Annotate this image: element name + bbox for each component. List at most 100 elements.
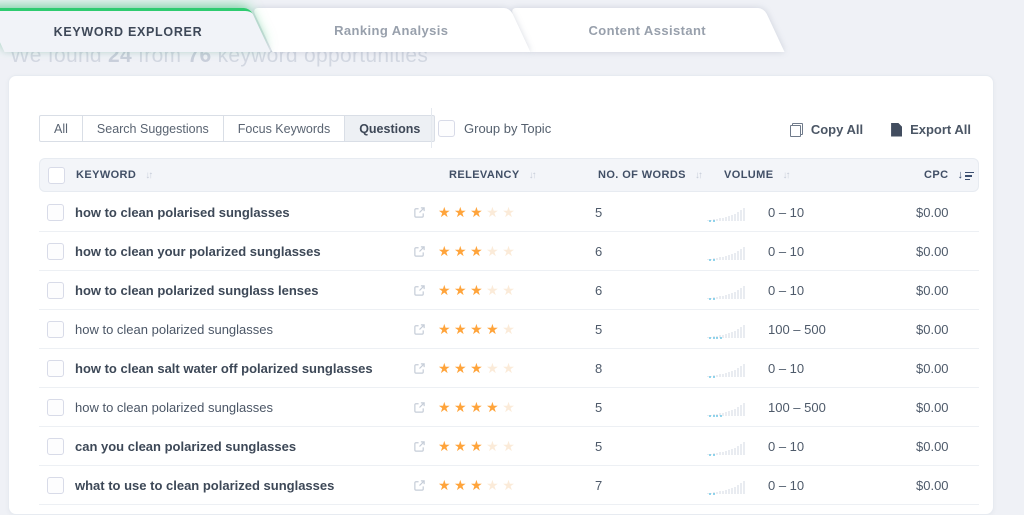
copy-all-label: Copy All bbox=[811, 122, 863, 137]
column-header-cpc[interactable]: CPC ↓ bbox=[924, 159, 974, 191]
relevancy-stars: ★★★★★ bbox=[438, 193, 518, 232]
cpc-cell: $0.00 bbox=[916, 349, 949, 388]
copy-all-button[interactable]: Copy All bbox=[790, 122, 863, 137]
external-link-icon[interactable] bbox=[413, 362, 426, 375]
table-row: how to clean your polarized sunglasses ★… bbox=[39, 232, 979, 271]
cpc-cell: $0.00 bbox=[916, 388, 949, 427]
external-link-icon[interactable] bbox=[413, 479, 426, 492]
sort-updown-icon[interactable]: ↓↑ bbox=[145, 170, 151, 181]
volume-cell: 100 – 500 bbox=[768, 388, 826, 427]
group-by-topic-checkbox[interactable] bbox=[438, 120, 455, 137]
volume-cell: 0 – 10 bbox=[768, 466, 804, 505]
row-checkbox[interactable] bbox=[47, 321, 64, 338]
keyword-cell: how to clean salt water off polarized su… bbox=[75, 349, 373, 388]
word-count-cell: 6 bbox=[595, 232, 602, 271]
column-header-label: RELEVANCY bbox=[449, 169, 520, 181]
word-count-cell: 6 bbox=[595, 271, 602, 310]
table-header: KEYWORD ↓↑ RELEVANCY ↓↑ NO. OF WORDS ↓↑ … bbox=[39, 158, 979, 192]
table-actions: Copy All Export All bbox=[790, 122, 971, 137]
select-all-checkbox[interactable] bbox=[48, 167, 65, 184]
word-count-cell: 5 bbox=[595, 193, 602, 232]
table-row: how to clean polarized sunglasses ★★★★★ … bbox=[39, 388, 979, 427]
relevancy-stars: ★★★★★ bbox=[438, 271, 518, 310]
tab-label: KEYWORD EXPLORER bbox=[0, 11, 261, 52]
cpc-cell: $0.00 bbox=[916, 466, 949, 505]
external-link-icon[interactable] bbox=[413, 323, 426, 336]
volume-sparkline bbox=[707, 206, 755, 221]
volume-sparkline bbox=[707, 440, 755, 455]
volume-cell: 0 – 10 bbox=[768, 349, 804, 388]
keyword-cell: how to clean your polarized sunglasses bbox=[75, 232, 321, 271]
tab-bar: KEYWORD EXPLORER Ranking Analysis Conten… bbox=[0, 8, 1024, 52]
external-link-icon[interactable] bbox=[413, 440, 426, 453]
tab-ranking-analysis[interactable]: Ranking Analysis bbox=[252, 8, 531, 52]
volume-sparkline bbox=[707, 479, 755, 494]
filter-focus-keywords[interactable]: Focus Keywords bbox=[223, 115, 345, 142]
keyword-cell: how to clean polarized sunglasses bbox=[75, 310, 273, 349]
column-header-keyword[interactable]: KEYWORD ↓↑ bbox=[76, 159, 151, 191]
sort-updown-icon[interactable]: ↓↑ bbox=[529, 170, 535, 181]
volume-cell: 100 – 500 bbox=[768, 310, 826, 349]
keyword-table-body: how to clean polarised sunglasses ★★★★★ … bbox=[39, 193, 979, 505]
volume-sparkline bbox=[707, 401, 755, 416]
column-header-label: CPC bbox=[924, 169, 948, 181]
volume-cell: 0 – 10 bbox=[768, 193, 804, 232]
word-count-cell: 5 bbox=[595, 388, 602, 427]
tab-label: Content Assistant bbox=[520, 8, 774, 52]
cpc-cell: $0.00 bbox=[916, 232, 949, 271]
row-checkbox[interactable] bbox=[47, 438, 64, 455]
keyword-explorer-panel: AllSearch SuggestionsFocus KeywordsQuest… bbox=[8, 75, 994, 515]
sort-updown-icon[interactable]: ↓↑ bbox=[782, 170, 788, 181]
tab-keyword-explorer[interactable]: KEYWORD EXPLORER bbox=[0, 8, 271, 52]
row-checkbox[interactable] bbox=[47, 360, 64, 377]
keyword-cell: what to use to clean polarized sunglasse… bbox=[75, 466, 334, 505]
row-checkbox[interactable] bbox=[47, 477, 64, 494]
volume-sparkline bbox=[707, 284, 755, 299]
relevancy-stars: ★★★★★ bbox=[438, 427, 518, 466]
keyword-cell: can you clean polarized sunglasses bbox=[75, 427, 296, 466]
relevancy-stars: ★★★★★ bbox=[438, 232, 518, 271]
external-link-icon[interactable] bbox=[413, 245, 426, 258]
word-count-cell: 8 bbox=[595, 349, 602, 388]
filter-group: AllSearch SuggestionsFocus KeywordsQuest… bbox=[39, 115, 435, 142]
sort-descending-icon[interactable]: ↓ bbox=[957, 170, 974, 181]
row-checkbox[interactable] bbox=[47, 282, 64, 299]
table-row: what to use to clean polarized sunglasse… bbox=[39, 466, 979, 505]
word-count-cell: 7 bbox=[595, 466, 602, 505]
filter-questions[interactable]: Questions bbox=[344, 115, 435, 142]
filter-search-suggestions[interactable]: Search Suggestions bbox=[82, 115, 224, 142]
word-count-cell: 5 bbox=[595, 427, 602, 466]
external-link-icon[interactable] bbox=[413, 401, 426, 414]
column-header-label: NO. OF WORDS bbox=[598, 169, 686, 181]
relevancy-stars: ★★★★★ bbox=[438, 310, 518, 349]
column-header-volume[interactable]: VOLUME ↓↑ bbox=[724, 159, 788, 191]
relevancy-stars: ★★★★★ bbox=[438, 466, 518, 505]
table-row: how to clean polarised sunglasses ★★★★★ … bbox=[39, 193, 979, 232]
row-checkbox[interactable] bbox=[47, 243, 64, 260]
column-header-relevancy[interactable]: RELEVANCY ↓↑ bbox=[449, 159, 535, 191]
copy-icon bbox=[790, 123, 803, 137]
keyword-cell: how to clean polarised sunglasses bbox=[75, 193, 290, 232]
group-by-topic-label: Group by Topic bbox=[464, 121, 551, 136]
row-checkbox[interactable] bbox=[47, 399, 64, 416]
external-link-icon[interactable] bbox=[413, 284, 426, 297]
tab-content-assistant[interactable]: Content Assistant bbox=[510, 8, 785, 52]
group-by-topic[interactable]: Group by Topic bbox=[438, 120, 551, 137]
column-header-words[interactable]: NO. OF WORDS ↓↑ bbox=[598, 159, 701, 191]
table-row: can you clean polarized sunglasses ★★★★★… bbox=[39, 427, 979, 466]
sort-updown-icon[interactable]: ↓↑ bbox=[695, 170, 701, 181]
volume-cell: 0 – 10 bbox=[768, 232, 804, 271]
external-link-icon[interactable] bbox=[413, 206, 426, 219]
volume-cell: 0 – 10 bbox=[768, 271, 804, 310]
tab-label: Ranking Analysis bbox=[262, 8, 520, 52]
volume-sparkline bbox=[707, 323, 755, 338]
relevancy-stars: ★★★★★ bbox=[438, 388, 518, 427]
relevancy-stars: ★★★★★ bbox=[438, 349, 518, 388]
column-header-label: VOLUME bbox=[724, 169, 773, 181]
filter-all[interactable]: All bbox=[39, 115, 83, 142]
column-header-label: KEYWORD bbox=[76, 169, 136, 181]
cpc-cell: $0.00 bbox=[916, 271, 949, 310]
export-all-button[interactable]: Export All bbox=[891, 122, 971, 137]
table-row: how to clean polarized sunglasses ★★★★★ … bbox=[39, 310, 979, 349]
row-checkbox[interactable] bbox=[47, 204, 64, 221]
